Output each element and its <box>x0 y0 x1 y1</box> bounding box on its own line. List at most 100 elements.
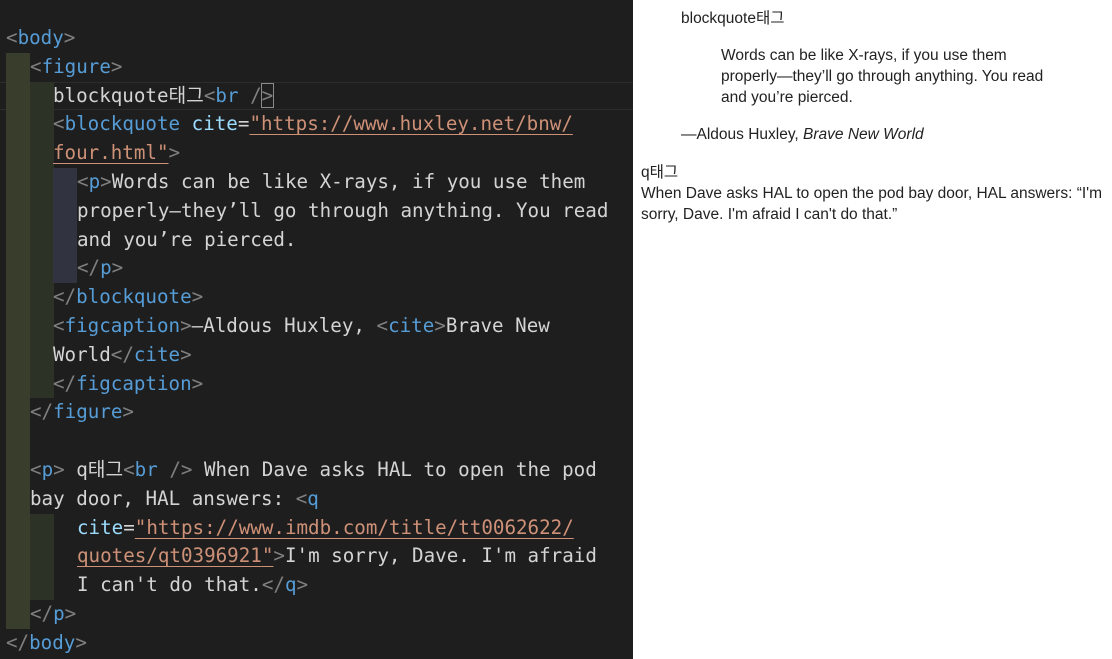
code-token: </ <box>261 573 285 597</box>
code-token: p <box>100 256 112 280</box>
blockquote-text: Words can be like X-rays, if you use the… <box>721 47 1044 106</box>
indent-guide <box>6 225 30 255</box>
code-text: </figure> <box>30 398 134 427</box>
code-token: figure <box>53 400 123 424</box>
code-line[interactable]: </body> <box>0 629 633 658</box>
code-token: p <box>88 170 101 193</box>
code-token: / <box>250 83 262 107</box>
code-token: < <box>295 486 308 510</box>
indent-guide <box>6 542 30 572</box>
indent-guide <box>53 196 77 226</box>
code-token: > <box>64 602 77 625</box>
code-line[interactable]: World</cite> <box>0 340 633 370</box>
code-token: > <box>168 141 181 165</box>
code-token: blockquote <box>64 112 181 136</box>
code-text: World</cite> <box>53 341 192 370</box>
code-token: I can't do that. <box>77 573 262 597</box>
indent-guide <box>6 283 30 312</box>
code-token: > <box>260 82 275 108</box>
code-token: > <box>100 170 112 193</box>
indent-guide <box>30 283 54 312</box>
code-text: <p>Words can be like X-rays, if you use … <box>77 168 585 197</box>
code-line[interactable]: </figure> <box>0 398 633 428</box>
indent-guide <box>30 110 54 140</box>
code-token: > <box>273 544 285 568</box>
code-line[interactable]: </p> <box>0 254 633 284</box>
code-line[interactable]: </p> <box>0 600 633 629</box>
code-token: > <box>75 630 87 654</box>
code-token: /> <box>169 458 193 481</box>
code-line[interactable]: <p>Words can be like X-rays, if you use … <box>0 168 633 197</box>
code-token: > <box>110 54 123 78</box>
indent-guide <box>6 513 30 543</box>
code-line[interactable]: and you’re pierced. <box>0 225 633 255</box>
code-token: > <box>296 573 309 597</box>
caption-prefix: —Aldous Huxley, <box>681 126 804 143</box>
code-text: bay door, HAL answers: <q <box>30 485 319 514</box>
code-line[interactable]: <blockquote cite="https://www.huxley.net… <box>0 110 633 140</box>
code-line[interactable]: cite="https://www.imdb.com/title/tt00626… <box>0 513 633 543</box>
code-token: = <box>123 515 135 539</box>
indent-guide <box>6 139 30 168</box>
code-token: cite <box>133 342 181 366</box>
indent-guide <box>6 81 30 111</box>
code-token: body <box>17 26 64 49</box>
code-line[interactable]: <figure> <box>0 52 633 82</box>
code-line[interactable]: blockquote태그<br /> <box>0 81 633 111</box>
code-line[interactable] <box>0 427 633 456</box>
code-text: <p> q태그<br /> When Dave asks HAL to open… <box>30 456 597 485</box>
code-line[interactable]: four.html"> <box>0 139 633 168</box>
code-token: four.html <box>53 141 157 165</box>
code-token: p <box>53 602 65 625</box>
indent-guide <box>6 196 30 226</box>
code-token: br <box>215 83 239 107</box>
indent-guide <box>6 110 30 140</box>
code-line[interactable]: quotes/qt0396921">I'm sorry, Dave. I'm a… <box>0 542 633 572</box>
code-token: > <box>191 371 204 395</box>
code-line[interactable]: </blockquote> <box>0 283 633 312</box>
code-line[interactable]: <p> q태그<br /> When Dave asks HAL to open… <box>0 456 633 485</box>
code-line[interactable]: <figcaption>—Aldous Huxley, <cite>Brave … <box>0 312 633 341</box>
indent-guide <box>6 398 30 428</box>
code-text: I can't do that.</q> <box>77 571 308 600</box>
indent-guide <box>30 571 54 600</box>
indent-guide <box>6 52 30 82</box>
code-token: blockquote <box>76 285 192 309</box>
code-text: <blockquote cite="https://www.huxley.net… <box>53 110 573 139</box>
indent-guide <box>6 168 30 197</box>
code-line[interactable]: I can't do that.</q> <box>0 571 633 600</box>
code-token: q <box>284 573 297 597</box>
code-token: < <box>53 314 65 337</box>
code-token: World <box>53 342 111 366</box>
code-token: q태그 <box>64 458 124 481</box>
code-text: </figcaption> <box>53 370 203 399</box>
indent-guide <box>53 168 77 197</box>
code-line[interactable]: </figcaption> <box>0 369 633 399</box>
figcaption: —Aldous Huxley, Brave New World <box>681 124 924 145</box>
code-text: <body> <box>6 24 75 53</box>
code-text: quotes/qt0396921">I'm sorry, Dave. I'm a… <box>77 542 597 571</box>
code-token: cite <box>388 314 435 337</box>
code-editor[interactable]: <body> <figure> blockquote태그<br /> <blockqu… <box>0 0 633 659</box>
indent-guide <box>30 225 54 255</box>
code-line[interactable]: properly—they’ll go through anything. Yo… <box>0 196 633 226</box>
code-line[interactable]: bay door, HAL answers: <q <box>0 484 633 514</box>
code-text: and you’re pierced. <box>77 226 297 255</box>
code-text: four.html"> <box>53 139 180 168</box>
code-token: < <box>30 458 42 481</box>
code-token: </ <box>30 400 54 424</box>
code-token: " <box>156 141 169 165</box>
code-token: bay door, HAL answers: <box>30 486 296 510</box>
code-token: < <box>376 314 389 337</box>
code-token: figcaption <box>64 314 181 337</box>
code-token: br <box>134 458 158 481</box>
code-line[interactable]: <body> <box>0 24 633 53</box>
browser-preview: blockquote태그 Words can be like X-rays, i… <box>633 0 1112 659</box>
indent-guide <box>30 542 54 572</box>
code-text: <figure> <box>30 53 122 82</box>
code-token: = <box>237 112 250 136</box>
code-token: > <box>111 256 124 280</box>
code-token: " <box>261 544 274 568</box>
code-token: </ <box>110 342 134 366</box>
